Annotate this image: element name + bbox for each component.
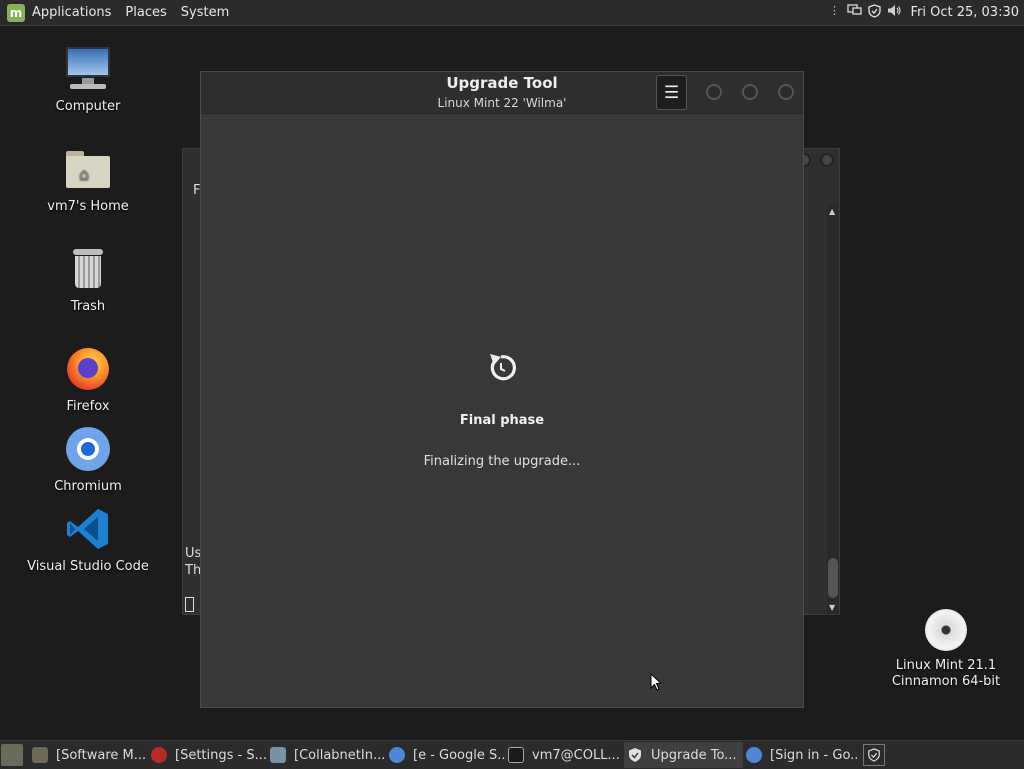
- places-menu[interactable]: Places: [118, 0, 173, 25]
- update-manager-tray-icon[interactable]: [863, 744, 885, 766]
- mouse-cursor-icon: [650, 672, 663, 695]
- separator-icon: ⋮: [829, 4, 840, 17]
- window-content: Final phase Finalizing the upgrade...: [201, 114, 803, 707]
- taskbar-item-upgrade-tool[interactable]: Upgrade To...: [624, 742, 743, 768]
- taskbar-item-label: vm7@COLL...: [532, 747, 620, 763]
- minimize-button[interactable]: [706, 84, 722, 100]
- settings-icon: [151, 747, 167, 763]
- taskbar-item-label: [Sign in - Go...: [770, 747, 859, 763]
- volume-icon[interactable]: [887, 3, 902, 18]
- software-manager-icon: [32, 747, 48, 763]
- taskbar: [Software M... [Settings - S... [Collabn…: [0, 740, 1024, 769]
- desktop-icon-label: Visual Studio Code: [27, 559, 149, 574]
- desktop-icon-firefox[interactable]: Firefox: [23, 345, 153, 414]
- checkbox[interactable]: [185, 597, 194, 612]
- scrollbar[interactable]: ▲ ▼: [827, 204, 839, 614]
- applications-menu[interactable]: m Applications: [0, 0, 118, 25]
- window-control-icon[interactable]: [820, 153, 834, 167]
- network-icon[interactable]: [847, 3, 862, 18]
- system-menu[interactable]: System: [174, 0, 236, 25]
- scroll-down-icon[interactable]: ▼: [829, 603, 835, 612]
- taskbar-item-google-sheets[interactable]: [e - Google S...: [386, 742, 505, 768]
- system-tray: ⋮: [827, 3, 902, 18]
- top-panel: m Applications Places System ⋮ Fri Oct 2…: [0, 0, 1024, 26]
- taskbar-item-label: [e - Google S...: [413, 747, 505, 763]
- desktop-icon-home[interactable]: ⌂ vm7's Home: [23, 145, 153, 214]
- shield-update-icon[interactable]: [867, 3, 882, 18]
- chromium-icon: [389, 747, 405, 763]
- desktop-icon-computer[interactable]: Computer: [23, 45, 153, 114]
- vscode-icon: [64, 505, 112, 553]
- clock[interactable]: Fri Oct 25, 03:30: [910, 0, 1019, 25]
- taskbar-item-label: Upgrade To...: [651, 747, 737, 763]
- taskbar-item-label: [Software M...: [56, 747, 147, 763]
- hamburger-menu-icon[interactable]: ☰: [656, 75, 687, 110]
- taskbar-item-label: [Settings - S...: [175, 747, 267, 763]
- home-folder-icon: ⌂: [64, 145, 112, 193]
- desktop-icon-label: Computer: [55, 99, 121, 114]
- desktop-icon-label: Chromium: [54, 479, 122, 494]
- trash-icon: [64, 245, 112, 293]
- installer-icon: [270, 747, 286, 763]
- chromium-icon: [746, 747, 762, 763]
- places-menu-label: Places: [125, 5, 167, 20]
- system-menu-label: System: [180, 5, 230, 20]
- desktop-icon-label: Trash: [70, 299, 106, 314]
- titlebar[interactable]: Upgrade Tool Linux Mint 22 'Wilma' ☰: [201, 72, 803, 114]
- upgrade-tool-window: Upgrade Tool Linux Mint 22 'Wilma' ☰ Fin…: [200, 71, 804, 708]
- computer-icon: [64, 45, 112, 93]
- firefox-icon: [64, 345, 112, 393]
- taskbar-item-settings[interactable]: [Settings - S...: [148, 742, 267, 768]
- desktop-icon-label: Linux Mint 21.1 Cinnamon 64-bit: [891, 658, 1001, 689]
- restart-arrow-icon: [485, 352, 517, 384]
- background-window-text: Th: [185, 563, 202, 578]
- desktop-icon-label: Firefox: [66, 399, 110, 414]
- shield-icon: [627, 747, 643, 763]
- maximize-button[interactable]: [742, 84, 758, 100]
- scroll-up-icon[interactable]: ▲: [829, 207, 835, 216]
- show-desktop-icon[interactable]: [1, 744, 23, 766]
- taskbar-item-sign-in[interactable]: [Sign in - Go...: [743, 742, 859, 768]
- terminal-icon: [508, 747, 524, 763]
- taskbar-item-collabnet[interactable]: [CollabnetIn...: [267, 742, 386, 768]
- taskbar-item-terminal[interactable]: vm7@COLL...: [505, 742, 624, 768]
- close-button[interactable]: [778, 84, 794, 100]
- phase-title: Final phase: [459, 413, 545, 428]
- taskbar-item-software-manager[interactable]: [Software M...: [29, 742, 148, 768]
- chromium-icon: [64, 425, 112, 473]
- applications-menu-label: Applications: [32, 5, 112, 20]
- linux-mint-logo-icon: m: [7, 3, 25, 22]
- taskbar-item-label: [CollabnetIn...: [294, 747, 386, 763]
- scrollbar-thumb[interactable]: [828, 558, 838, 598]
- desktop-icon-trash[interactable]: Trash: [23, 245, 153, 314]
- phase-description: Finalizing the upgrade...: [423, 454, 581, 469]
- background-window-text: Us: [185, 546, 202, 561]
- desktop-icon-dvd[interactable]: Linux Mint 21.1 Cinnamon 64-bit: [881, 606, 1011, 690]
- desktop-icon-chromium[interactable]: Chromium: [23, 425, 153, 494]
- desktop-icon-label: vm7's Home: [47, 199, 129, 214]
- desktop-icon-vscode[interactable]: Visual Studio Code: [23, 505, 153, 574]
- dvd-icon: [922, 606, 970, 654]
